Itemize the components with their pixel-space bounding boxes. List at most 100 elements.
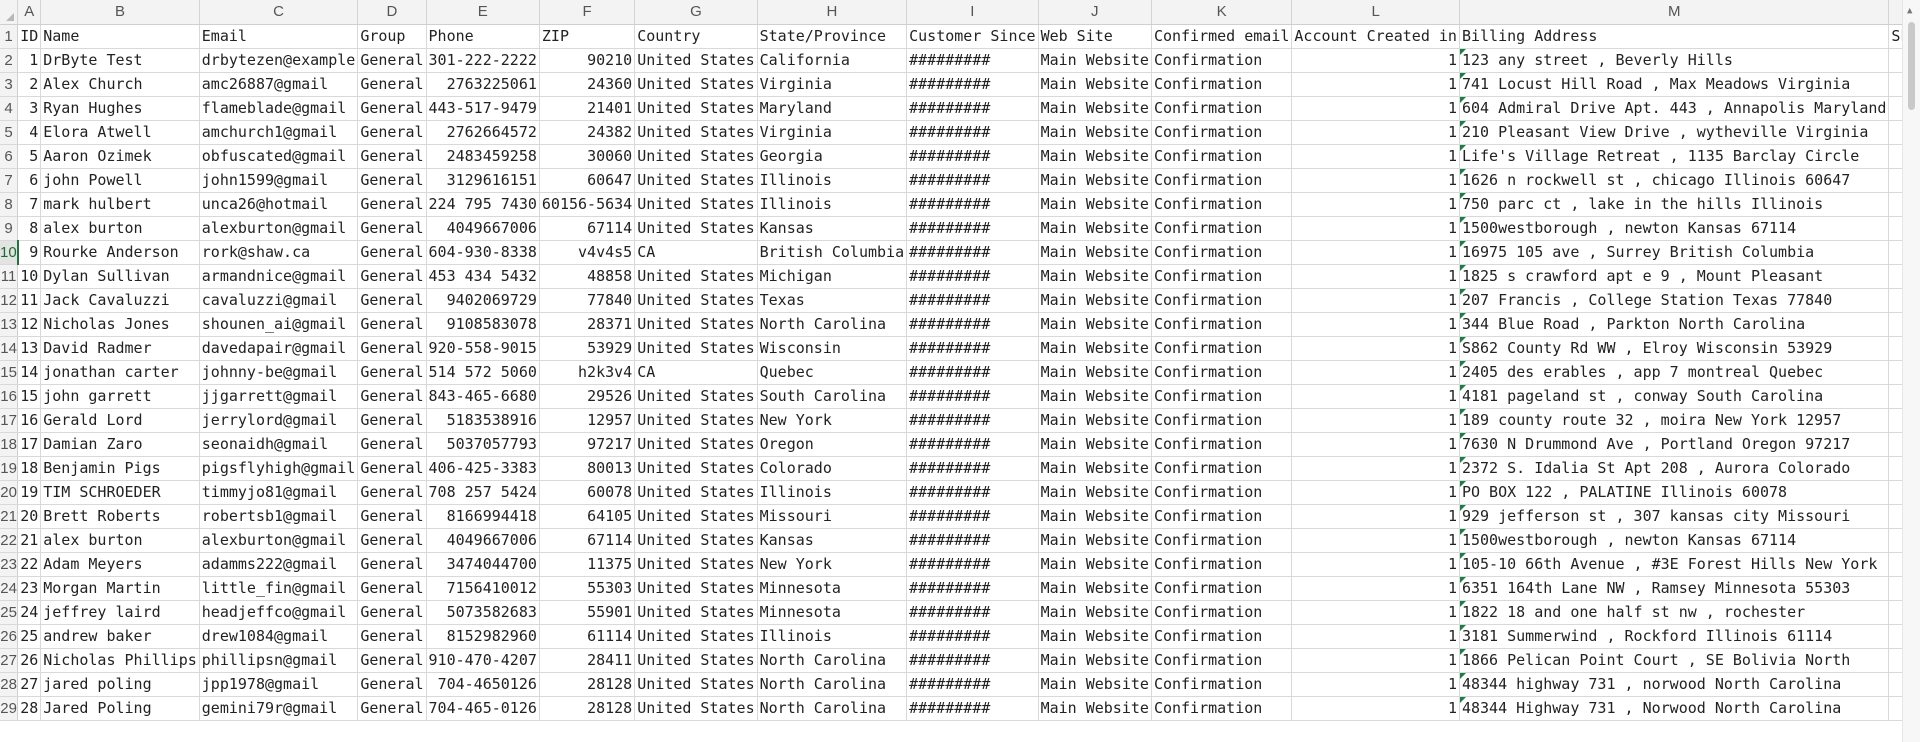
- cell[interactable]: United States: [634, 456, 758, 481]
- cell[interactable]: Main Website: [1038, 72, 1152, 97]
- cell[interactable]: Billing Address: [1459, 24, 1890, 49]
- cell[interactable]: United States: [634, 408, 758, 433]
- cell[interactable]: 20: [17, 504, 42, 529]
- cell[interactable]: United States: [634, 648, 758, 673]
- cell[interactable]: rork@shaw.ca: [199, 240, 359, 265]
- row-header[interactable]: 4: [0, 96, 19, 121]
- cell[interactable]: Minnesota: [757, 600, 908, 625]
- cell[interactable]: Confirmation: [1151, 312, 1293, 337]
- cell[interactable]: 1626 n rockwell st , chicago Illinois 60…: [1459, 168, 1890, 193]
- cell[interactable]: #########: [906, 216, 1039, 241]
- cell[interactable]: 604-930-8338: [426, 240, 540, 265]
- cell[interactable]: Confirmation: [1151, 672, 1293, 697]
- cell[interactable]: 23: [17, 576, 42, 601]
- cell[interactable]: 1500westborough , newton Kansas 67114: [1459, 528, 1890, 553]
- cell[interactable]: armandnice@gmail: [199, 264, 359, 289]
- cell[interactable]: #########: [906, 264, 1039, 289]
- row-header[interactable]: 10: [0, 240, 19, 265]
- cell[interactable]: [1888, 552, 1902, 577]
- cell[interactable]: 514 572 5060: [426, 360, 540, 385]
- cell[interactable]: 1: [1291, 600, 1460, 625]
- cell[interactable]: General: [357, 72, 427, 97]
- cell[interactable]: General: [357, 480, 427, 505]
- cell[interactable]: David Radmer: [40, 336, 200, 361]
- cell[interactable]: #########: [906, 360, 1039, 385]
- cell[interactable]: 1: [1291, 648, 1460, 673]
- cell[interactable]: andrew baker: [40, 624, 200, 649]
- cell[interactable]: Elora Atwell: [40, 120, 200, 145]
- cell[interactable]: Confirmation: [1151, 528, 1293, 553]
- column-header-l[interactable]: L: [1291, 0, 1460, 25]
- cell[interactable]: Oregon: [757, 432, 908, 457]
- cell[interactable]: 12: [17, 312, 42, 337]
- row-header[interactable]: 3: [0, 72, 19, 97]
- column-header-k[interactable]: K: [1151, 0, 1293, 25]
- scrollbar-thumb[interactable]: [1908, 22, 1915, 110]
- cell[interactable]: General: [357, 360, 427, 385]
- cell[interactable]: john garrett: [40, 384, 200, 409]
- cell[interactable]: [1888, 216, 1902, 241]
- cell[interactable]: Georgia: [757, 144, 908, 169]
- cell[interactable]: [1888, 672, 1902, 697]
- row-header[interactable]: 29: [0, 696, 19, 721]
- cell[interactable]: Confirmation: [1151, 96, 1293, 121]
- cell[interactable]: 7: [17, 192, 42, 217]
- cell[interactable]: Kansas: [757, 216, 908, 241]
- cell[interactable]: United States: [634, 192, 758, 217]
- cell[interactable]: Missouri: [757, 504, 908, 529]
- cell[interactable]: 24360: [539, 72, 636, 97]
- cell[interactable]: Life's Village Retreat , 1135 Barclay Ci…: [1459, 144, 1890, 169]
- row-header[interactable]: 16: [0, 384, 19, 409]
- cell[interactable]: Confirmation: [1151, 288, 1293, 313]
- cell[interactable]: 30060: [539, 144, 636, 169]
- cell[interactable]: 750 parc ct , lake in the hills Illinois: [1459, 192, 1890, 217]
- cell[interactable]: Gerald Lord: [40, 408, 200, 433]
- cell[interactable]: 1: [1291, 48, 1460, 73]
- cell[interactable]: 3181 Summerwind , Rockford Illinois 6111…: [1459, 624, 1890, 649]
- cell[interactable]: [1888, 144, 1902, 169]
- cell[interactable]: Main Website: [1038, 480, 1152, 505]
- cell[interactable]: Virginia: [757, 120, 908, 145]
- cell[interactable]: 25: [17, 624, 42, 649]
- cell[interactable]: General: [357, 456, 427, 481]
- cell[interactable]: [1888, 240, 1902, 265]
- cell[interactable]: [1888, 408, 1902, 433]
- cell[interactable]: 2483459258: [426, 144, 540, 169]
- row-header[interactable]: 13: [0, 312, 19, 337]
- cell[interactable]: 27: [17, 672, 42, 697]
- cell[interactable]: Confirmation: [1151, 432, 1293, 457]
- cell[interactable]: 5073582683: [426, 600, 540, 625]
- cell[interactable]: Jared Poling: [40, 696, 200, 721]
- cell[interactable]: United States: [634, 144, 758, 169]
- cell[interactable]: 28: [17, 696, 42, 721]
- cell[interactable]: 3474044700: [426, 552, 540, 577]
- cell[interactable]: 123 any street , Beverly Hills: [1459, 48, 1890, 73]
- cell[interactable]: General: [357, 264, 427, 289]
- cell[interactable]: 67114: [539, 528, 636, 553]
- cell[interactable]: Illinois: [757, 480, 908, 505]
- cell[interactable]: mark hulbert: [40, 192, 200, 217]
- cell[interactable]: United States: [634, 576, 758, 601]
- cell[interactable]: 60078: [539, 480, 636, 505]
- cell[interactable]: [1888, 48, 1902, 73]
- cell[interactable]: Confirmation: [1151, 192, 1293, 217]
- cell[interactable]: Main Website: [1038, 168, 1152, 193]
- cell[interactable]: Confirmation: [1151, 360, 1293, 385]
- cell[interactable]: [1888, 600, 1902, 625]
- cell[interactable]: Name: [40, 24, 200, 49]
- row-header[interactable]: 14: [0, 336, 19, 361]
- cell[interactable]: Nicholas Jones: [40, 312, 200, 337]
- cell[interactable]: British Columbia: [757, 240, 908, 265]
- cell[interactable]: General: [357, 384, 427, 409]
- cell[interactable]: [1888, 384, 1902, 409]
- cell[interactable]: Confirmation: [1151, 576, 1293, 601]
- cell[interactable]: 6351 164th Lane NW , Ramsey Minnesota 55…: [1459, 576, 1890, 601]
- cell[interactable]: #########: [906, 192, 1039, 217]
- cell[interactable]: 19: [17, 480, 42, 505]
- cell[interactable]: Main Website: [1038, 384, 1152, 409]
- cell[interactable]: unca26@hotmail: [199, 192, 359, 217]
- cell[interactable]: [1888, 288, 1902, 313]
- cell[interactable]: Main Website: [1038, 192, 1152, 217]
- cell[interactable]: 8: [17, 216, 42, 241]
- cell[interactable]: 16: [17, 408, 42, 433]
